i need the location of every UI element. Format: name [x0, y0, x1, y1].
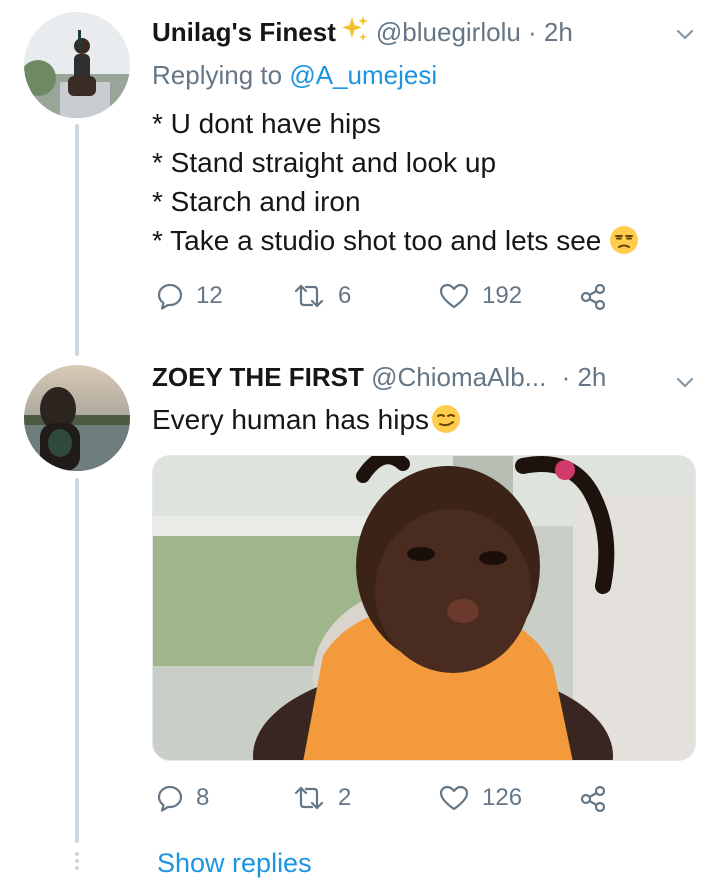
tweet-actions: 12 6 192 [152, 282, 622, 318]
timestamp[interactable]: · 2h [528, 17, 573, 47]
replying-to: Replying to @A_umejesi [152, 60, 437, 91]
tweet-header: ZOEY THE FIRST @ChiomaAlb... · 2h [152, 364, 606, 390]
tweet-text: * U dont have hips * Stand straight and … [152, 104, 639, 260]
reply-icon [157, 785, 183, 812]
like-button[interactable]: 192 [438, 282, 522, 310]
tweet-line: * Starch and iron [152, 186, 361, 217]
like-count: 192 [482, 282, 523, 309]
handle[interactable]: @ChiomaAlb... [371, 362, 546, 392]
reply-count: 8 [196, 784, 210, 811]
heart-icon [439, 283, 469, 309]
retweet-icon [294, 284, 324, 308]
share-icon [580, 785, 606, 813]
thread-dots [73, 852, 81, 872]
display-name[interactable]: Unilag's Finest [152, 17, 336, 47]
attached-photo[interactable] [152, 455, 696, 761]
thread-line [75, 478, 79, 843]
tweet-line-last: * Take a studio shot too and lets see [152, 221, 639, 260]
like-button[interactable]: 126 [438, 784, 522, 812]
retweet-count: 6 [338, 282, 352, 309]
show-replies-link[interactable]: Show replies [157, 848, 312, 879]
tweet-line: Every human has hips [152, 400, 461, 439]
heart-icon [439, 785, 469, 811]
share-button[interactable] [578, 282, 608, 312]
tweet-line: * U dont have hips [152, 108, 381, 139]
avatar[interactable] [24, 12, 130, 118]
share-button[interactable] [578, 784, 608, 814]
sparkles-icon [340, 14, 370, 48]
tweet-header: Unilag's Finest @bluegirlolu · 2h [152, 14, 573, 48]
chevron-down-icon[interactable] [676, 27, 694, 40]
avatar[interactable] [24, 365, 130, 471]
chevron-down-icon[interactable] [676, 375, 694, 388]
thread-line [75, 124, 79, 356]
display-name[interactable]: ZOEY THE FIRST [152, 362, 364, 392]
tweet-line: * Stand straight and look up [152, 147, 497, 178]
smirking-face-emoji [431, 404, 461, 434]
tweet-line-text: Every human has hips [152, 404, 430, 435]
handle[interactable]: @bluegirlolu [376, 17, 521, 47]
retweet-button[interactable]: 6 [292, 282, 351, 310]
replying-prefix: Replying to [152, 60, 283, 90]
reply-icon [157, 283, 183, 310]
mention-link[interactable]: @A_umejesi [289, 60, 437, 90]
tweet-actions: 8 2 126 [152, 784, 622, 820]
reply-button[interactable]: 12 [156, 282, 223, 310]
tweet-text: Every human has hips [152, 400, 461, 439]
retweet-button[interactable]: 2 [292, 784, 351, 812]
reply-button[interactable]: 8 [156, 784, 209, 812]
reply-count: 12 [196, 282, 223, 309]
tweet-line: * Take a studio shot too and lets see [152, 225, 602, 256]
retweet-count: 2 [338, 784, 352, 811]
unamused-face-emoji [609, 225, 639, 255]
share-icon [580, 283, 606, 311]
like-count: 126 [482, 784, 523, 811]
timestamp[interactable]: · 2h [562, 362, 607, 392]
retweet-icon [294, 786, 324, 810]
